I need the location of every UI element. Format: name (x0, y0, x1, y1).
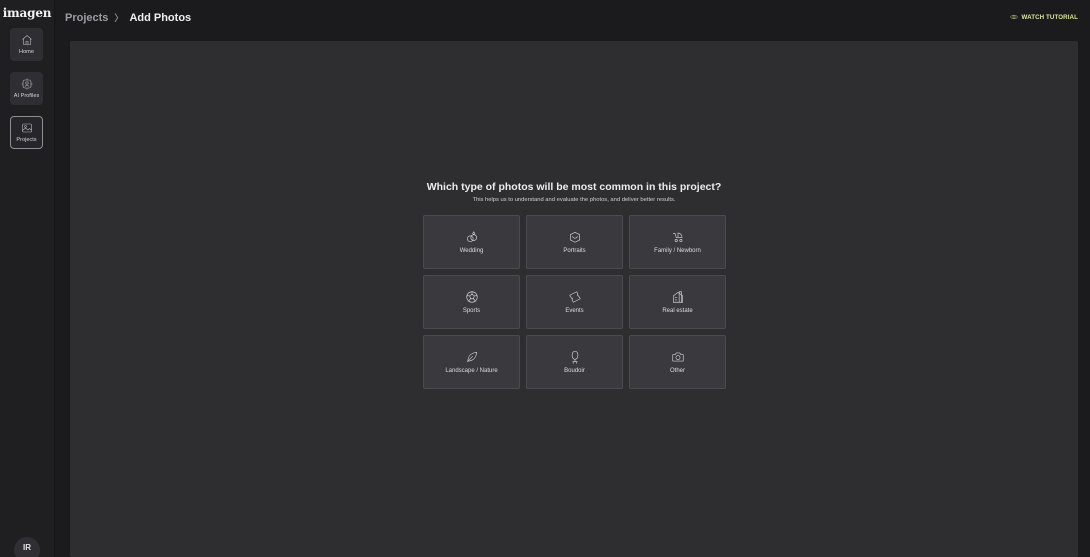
leaf-icon (466, 352, 477, 362)
avatar[interactable]: IR (14, 537, 40, 557)
ticket-icon (568, 291, 581, 303)
photo-type-grid: Wedding Portraits Family / Newborn Sport… (423, 215, 726, 389)
breadcrumb: Projects 〉 Add Photos (65, 11, 191, 24)
watch-tutorial-button[interactable]: WATCH TUTORIAL (1010, 13, 1078, 21)
app-window: imagen Home AI Profiles Projects IR Proj… (0, 0, 1090, 557)
main-panel: Which type of photos will be most common… (70, 41, 1078, 557)
portrait-icon (569, 232, 580, 243)
option-label: Real estate (662, 308, 693, 314)
option-wedding[interactable]: Wedding (423, 215, 520, 269)
option-label: Portraits (563, 248, 586, 254)
projects-icon (21, 123, 32, 133)
question-subtext: This helps us to understand and evaluate… (472, 197, 676, 203)
option-landscape-nature[interactable]: Landscape / Nature (423, 335, 520, 389)
option-boudoir[interactable]: Boudoir (526, 335, 623, 389)
sidebar-item-projects[interactable]: Projects (10, 116, 43, 149)
question-heading: Which type of photos will be most common… (426, 181, 722, 193)
sidebar: imagen Home AI Profiles Projects IR (0, 0, 55, 557)
header: Projects 〉 Add Photos WATCH TUTORIAL (55, 0, 1090, 38)
option-label: Other (669, 368, 685, 374)
mirror-icon (571, 350, 578, 364)
option-other[interactable]: Other (629, 335, 726, 389)
sidebar-item-home[interactable]: Home (10, 28, 43, 61)
eye-icon (1010, 15, 1019, 19)
option-events[interactable]: Events (526, 275, 623, 329)
chevron-right-icon: 〉 (114, 13, 124, 23)
wedding-rings-icon (466, 231, 477, 242)
option-label: Landscape / Nature (445, 368, 498, 374)
option-label: Sports (462, 308, 481, 314)
ai-profile-icon (21, 78, 32, 90)
option-label: Events (565, 308, 584, 314)
option-label: Boudoir (564, 368, 585, 374)
option-label: Wedding (459, 248, 484, 254)
stroller-icon (672, 232, 682, 242)
app-logo: imagen (2, 6, 52, 20)
sidebar-item-label: Home (19, 49, 34, 55)
page-title: Add Photos (129, 11, 192, 24)
building-icon (672, 291, 683, 303)
camera-icon (671, 352, 684, 362)
option-label: Family / Newborn (654, 248, 701, 254)
option-real-estate[interactable]: Real estate (629, 275, 726, 329)
home-icon (21, 35, 32, 45)
ball-icon (465, 291, 478, 303)
sidebar-item-label: Projects (16, 137, 37, 143)
option-sports[interactable]: Sports (423, 275, 520, 329)
sidebar-item-label: AI Profiles (13, 93, 40, 99)
watch-tutorial-label: WATCH TUTORIAL (1021, 13, 1078, 21)
sidebar-item-ai-profiles[interactable]: AI Profiles (10, 72, 43, 105)
option-family-newborn[interactable]: Family / Newborn (629, 215, 726, 269)
breadcrumb-projects-link[interactable]: Projects (65, 12, 108, 24)
option-portraits[interactable]: Portraits (526, 215, 623, 269)
